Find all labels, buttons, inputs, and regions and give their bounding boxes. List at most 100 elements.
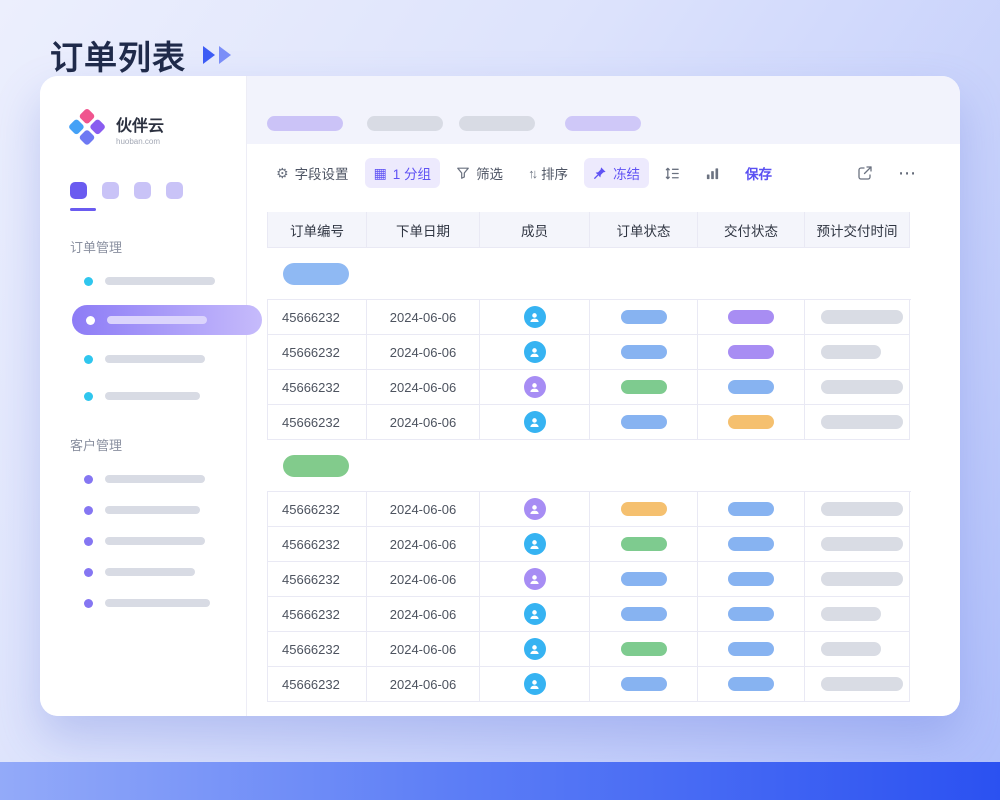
order-number-cell[interactable]: 45666232 bbox=[267, 632, 367, 667]
order-status-pill[interactable] bbox=[621, 310, 667, 324]
order-status-pill[interactable] bbox=[621, 607, 667, 621]
field-settings-button[interactable]: ⚙ 字段设置 bbox=[267, 158, 358, 188]
freeze-button[interactable]: 冻结 bbox=[584, 158, 649, 188]
workspace-square[interactable] bbox=[102, 182, 119, 199]
order-status-pill[interactable] bbox=[621, 572, 667, 586]
eta-cell[interactable] bbox=[805, 597, 910, 632]
breadcrumb-pill[interactable] bbox=[367, 116, 443, 131]
order-date-cell[interactable]: 2024-06-06 bbox=[367, 335, 480, 370]
more-button[interactable]: ⋯ bbox=[889, 159, 925, 187]
group-button[interactable]: ▦ 1 分组 bbox=[365, 158, 441, 188]
order-date-cell[interactable]: 2024-06-06 bbox=[367, 597, 480, 632]
eta-cell[interactable] bbox=[805, 562, 910, 597]
order-number-cell[interactable]: 45666232 bbox=[267, 300, 367, 335]
order-date-cell[interactable]: 2024-06-06 bbox=[367, 370, 480, 405]
order-row[interactable]: 456662322024-06-06 bbox=[267, 300, 911, 335]
group-pill[interactable] bbox=[283, 263, 349, 285]
delivery-status-pill[interactable] bbox=[728, 310, 774, 324]
eta-cell[interactable] bbox=[805, 492, 910, 527]
order-number-cell[interactable]: 45666232 bbox=[267, 370, 367, 405]
order-row[interactable]: 456662322024-06-06 bbox=[267, 405, 911, 440]
order-row[interactable]: 456662322024-06-06 bbox=[267, 335, 911, 370]
eta-cell[interactable] bbox=[805, 300, 910, 335]
column-header[interactable]: 订单状态 bbox=[590, 212, 698, 248]
breadcrumb-pill[interactable] bbox=[565, 116, 641, 131]
member-avatar[interactable] bbox=[524, 533, 546, 555]
order-status-pill[interactable] bbox=[621, 677, 667, 691]
order-row[interactable]: 456662322024-06-06 bbox=[267, 562, 911, 597]
order-status-pill[interactable] bbox=[621, 345, 667, 359]
order-row[interactable]: 456662322024-06-06 bbox=[267, 370, 911, 405]
member-avatar[interactable] bbox=[524, 498, 546, 520]
member-avatar[interactable] bbox=[524, 411, 546, 433]
delivery-status-pill[interactable] bbox=[728, 607, 774, 621]
order-number-cell[interactable]: 45666232 bbox=[267, 335, 367, 370]
order-date-cell[interactable]: 2024-06-06 bbox=[367, 667, 480, 702]
group-header-row[interactable] bbox=[267, 248, 911, 300]
order-number-cell[interactable]: 45666232 bbox=[267, 405, 367, 440]
delivery-status-pill[interactable] bbox=[728, 415, 774, 429]
row-height-button[interactable] bbox=[656, 161, 689, 186]
eta-cell[interactable] bbox=[805, 527, 910, 562]
order-number-cell[interactable]: 45666232 bbox=[267, 667, 367, 702]
breadcrumb-pill[interactable] bbox=[459, 116, 535, 131]
sidebar-nav-item[interactable] bbox=[70, 559, 246, 585]
order-status-pill[interactable] bbox=[621, 415, 667, 429]
workspace-square[interactable] bbox=[70, 182, 87, 199]
delivery-status-pill[interactable] bbox=[728, 502, 774, 516]
column-header[interactable]: 下单日期 bbox=[367, 212, 480, 248]
column-header[interactable]: 交付状态 bbox=[698, 212, 805, 248]
delivery-status-pill[interactable] bbox=[728, 537, 774, 551]
eta-cell[interactable] bbox=[805, 405, 910, 440]
order-date-cell[interactable]: 2024-06-06 bbox=[367, 632, 480, 667]
order-number-cell[interactable]: 45666232 bbox=[267, 597, 367, 632]
filter-button[interactable]: 筛选 bbox=[447, 158, 512, 188]
export-button[interactable] bbox=[848, 160, 882, 186]
member-avatar[interactable] bbox=[524, 638, 546, 660]
column-header[interactable]: 成员 bbox=[480, 212, 590, 248]
order-status-pill[interactable] bbox=[621, 380, 667, 394]
save-button[interactable]: 保存 bbox=[736, 158, 781, 188]
member-avatar[interactable] bbox=[524, 673, 546, 695]
group-pill[interactable] bbox=[283, 455, 349, 477]
sidebar-nav-item[interactable] bbox=[70, 383, 246, 409]
order-row[interactable]: 456662322024-06-06 bbox=[267, 597, 911, 632]
sidebar-nav-item[interactable] bbox=[70, 346, 246, 372]
member-avatar[interactable] bbox=[524, 376, 546, 398]
delivery-status-pill[interactable] bbox=[728, 345, 774, 359]
delivery-status-pill[interactable] bbox=[728, 380, 774, 394]
sidebar-nav-item[interactable] bbox=[72, 305, 262, 335]
order-date-cell[interactable]: 2024-06-06 bbox=[367, 527, 480, 562]
order-row[interactable]: 456662322024-06-06 bbox=[267, 667, 911, 702]
breadcrumb-pill[interactable] bbox=[267, 116, 343, 131]
eta-cell[interactable] bbox=[805, 335, 910, 370]
eta-cell[interactable] bbox=[805, 370, 910, 405]
order-status-pill[interactable] bbox=[621, 537, 667, 551]
chart-button[interactable] bbox=[696, 161, 729, 186]
group-header-row[interactable] bbox=[267, 440, 911, 492]
sort-button[interactable]: ↑↓ 排序 bbox=[519, 158, 577, 188]
member-avatar[interactable] bbox=[524, 603, 546, 625]
member-avatar[interactable] bbox=[524, 341, 546, 363]
order-status-pill[interactable] bbox=[621, 642, 667, 656]
sidebar-nav-item[interactable] bbox=[70, 466, 246, 492]
order-date-cell[interactable]: 2024-06-06 bbox=[367, 300, 480, 335]
sidebar-nav-item[interactable] bbox=[70, 528, 246, 554]
order-date-cell[interactable]: 2024-06-06 bbox=[367, 562, 480, 597]
workspace-square[interactable] bbox=[166, 182, 183, 199]
member-avatar[interactable] bbox=[524, 306, 546, 328]
column-header[interactable]: 预计交付时间 bbox=[805, 212, 910, 248]
workspace-square[interactable] bbox=[134, 182, 151, 199]
order-number-cell[interactable]: 45666232 bbox=[267, 492, 367, 527]
eta-cell[interactable] bbox=[805, 667, 910, 702]
order-row[interactable]: 456662322024-06-06 bbox=[267, 492, 911, 527]
delivery-status-pill[interactable] bbox=[728, 677, 774, 691]
eta-cell[interactable] bbox=[805, 632, 910, 667]
order-status-pill[interactable] bbox=[621, 502, 667, 516]
order-row[interactable]: 456662322024-06-06 bbox=[267, 527, 911, 562]
order-number-cell[interactable]: 45666232 bbox=[267, 562, 367, 597]
column-header[interactable]: 订单编号 bbox=[267, 212, 367, 248]
order-row[interactable]: 456662322024-06-06 bbox=[267, 632, 911, 667]
order-number-cell[interactable]: 45666232 bbox=[267, 527, 367, 562]
order-date-cell[interactable]: 2024-06-06 bbox=[367, 492, 480, 527]
